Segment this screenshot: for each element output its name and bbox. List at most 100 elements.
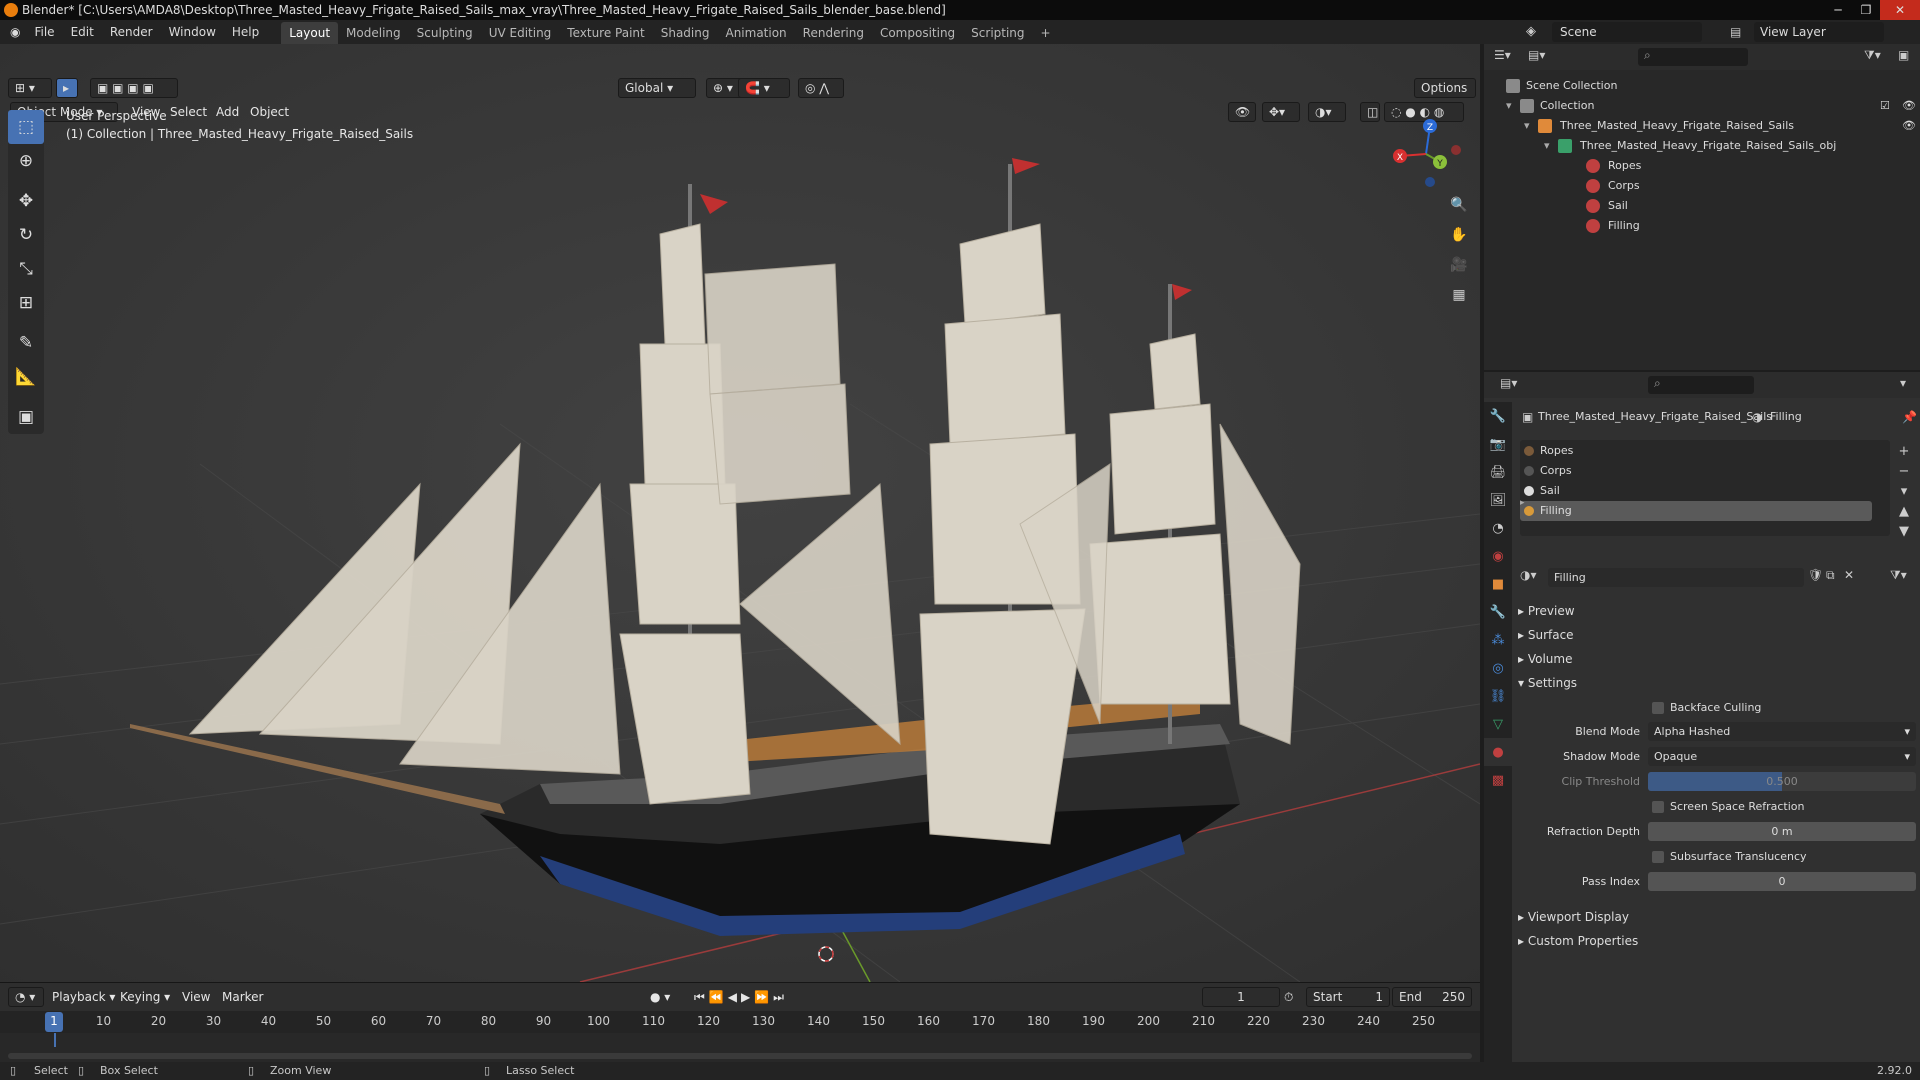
frame-ruler[interactable]: 1 10 20 30 40 50 60 70 80 90 100 110 120 130 140 150 160… xyxy=(0,1011,1480,1033)
output-tab-icon[interactable]: 🖨 xyxy=(1484,458,1512,486)
annotate-tool-icon[interactable]: ✎ xyxy=(8,326,44,360)
view-layer-icon[interactable]: ▤ xyxy=(1730,22,1750,42)
panel-viewport-display[interactable]: ▸ Viewport Display xyxy=(1518,906,1918,928)
minimize-button[interactable]: ─ xyxy=(1824,0,1852,20)
overlay-toggle-icon[interactable]: ◑▾ xyxy=(1308,102,1346,122)
data-tab-icon[interactable]: ▽ xyxy=(1484,710,1512,738)
outliner-editor-type-icon[interactable]: ☰▾ xyxy=(1494,48,1511,62)
new-collection-icon[interactable]: ▣ xyxy=(1898,48,1909,62)
slot-specials-button[interactable]: ▾ xyxy=(1894,482,1914,502)
material-slot-ropes[interactable]: Ropes xyxy=(1520,441,1870,461)
material-tab-icon[interactable]: ● xyxy=(1484,738,1512,766)
xray-toggle-icon[interactable]: ◫ xyxy=(1360,102,1380,122)
panel-settings[interactable]: ▾ Settings xyxy=(1518,672,1918,694)
exclude-checkbox-icon[interactable]: ☑ xyxy=(1880,96,1890,116)
visibility-toggle-icon[interactable]: 👁 xyxy=(1228,102,1256,122)
timeline-menu-keying[interactable]: Keying ▾ xyxy=(120,987,170,1007)
tab-uv-editing[interactable]: UV Editing xyxy=(481,22,560,44)
zoom-icon[interactable]: 🔍 xyxy=(1446,192,1472,218)
expand-arrow-icon[interactable]: ▾ xyxy=(1544,136,1550,156)
outliner-row-mesh[interactable]: ▾ Three_Masted_Heavy_Frigate_Raised_Sail… xyxy=(1484,136,1920,156)
tab-shading[interactable]: Shading xyxy=(653,22,718,44)
tab-layout[interactable]: Layout xyxy=(281,21,339,44)
scale-tool-icon[interactable]: ⤡ xyxy=(8,252,44,286)
expand-arrow-icon[interactable]: ▾ xyxy=(1506,96,1512,116)
measure-tool-icon[interactable]: 📐 xyxy=(8,360,44,394)
object-tab-icon[interactable]: ■ xyxy=(1484,570,1512,598)
constraints-tab-icon[interactable]: ⛓ xyxy=(1484,682,1512,710)
panel-volume[interactable]: ▸ Volume xyxy=(1518,648,1918,670)
menu-window[interactable]: Window xyxy=(161,20,224,44)
pin-icon[interactable]: 📌 xyxy=(1902,410,1917,424)
screen-space-refraction-checkbox[interactable] xyxy=(1652,801,1664,813)
expand-arrow-icon[interactable]: ▾ xyxy=(1524,116,1530,136)
blender-menu-icon[interactable]: ◉ xyxy=(0,20,26,44)
menu-edit[interactable]: Edit xyxy=(63,20,102,44)
material-slot-sail[interactable]: Sail xyxy=(1520,481,1870,501)
playback-controls[interactable]: ⏮⏪◀▶⏩⏭ xyxy=(694,987,788,1007)
outliner-row-scene-collection[interactable]: Scene Collection xyxy=(1484,76,1920,96)
particles-tab-icon[interactable]: ⁂ xyxy=(1484,626,1512,654)
select-box-tool-icon[interactable]: ⬚ xyxy=(8,110,44,144)
duplicate-material-icon[interactable]: ⧉ xyxy=(1826,568,1835,583)
outliner-search-input[interactable]: ⌕ xyxy=(1638,48,1748,66)
physics-tab-icon[interactable]: ◎ xyxy=(1484,654,1512,682)
outliner-row-object[interactable]: ▾ Three_Masted_Heavy_Frigate_Raised_Sail… xyxy=(1484,116,1920,136)
navigation-gizmo[interactable]: Z X Y xyxy=(1386,110,1466,190)
shadow-mode-dropdown[interactable]: Opaque ▾ xyxy=(1648,747,1916,766)
remove-slot-button[interactable]: − xyxy=(1894,462,1914,482)
link-dropdown-icon[interactable]: ⧩▾ xyxy=(1890,568,1907,583)
add-workspace-button[interactable]: + xyxy=(1033,22,1059,44)
current-frame-field[interactable]: 1 xyxy=(1202,987,1280,1007)
add-slot-button[interactable]: + xyxy=(1894,442,1914,462)
record-button[interactable]: ● ▾ xyxy=(650,987,670,1007)
display-mode-icon[interactable]: ▤▾ xyxy=(1528,48,1545,62)
timeline-editor-type-button[interactable]: ◔ ▾ xyxy=(8,987,44,1007)
camera-view-icon[interactable]: 🎥 xyxy=(1446,252,1472,278)
outliner-row-material-filling[interactable]: Filling xyxy=(1484,216,1920,236)
scene-icon[interactable]: ◈ xyxy=(1526,22,1546,42)
world-tab-icon[interactable]: ◉ xyxy=(1484,542,1512,570)
view-layer-tab-icon[interactable]: 🖼 xyxy=(1484,486,1512,514)
3d-viewport[interactable]: ⊞ ▾ ▸ ▣ ▣ ▣ ▣ Global ▾ ⊕ ▾ 🧲 ▾ ◎ ⋀ Optio… xyxy=(0,44,1480,982)
tab-compositing[interactable]: Compositing xyxy=(872,22,963,44)
backface-culling-checkbox[interactable] xyxy=(1652,702,1664,714)
outliner-row-material-corps[interactable]: Corps xyxy=(1484,176,1920,196)
fake-user-icon[interactable]: 🛡 xyxy=(1808,568,1823,582)
viewport-menu-select[interactable]: Select xyxy=(170,102,207,122)
tab-modeling[interactable]: Modeling xyxy=(338,22,409,44)
tool-tab-icon[interactable]: 🔧 xyxy=(1484,402,1512,430)
timeline-scrollbar[interactable] xyxy=(8,1053,1472,1059)
panel-custom-properties[interactable]: ▸ Custom Properties xyxy=(1518,930,1918,952)
pan-hand-icon[interactable]: ✋ xyxy=(1446,222,1472,248)
menu-file[interactable]: File xyxy=(26,20,62,44)
expand-arrow-icon[interactable]: ▸ xyxy=(1520,498,1525,508)
stopwatch-icon[interactable]: ⏱ xyxy=(1284,987,1293,1007)
tab-scripting[interactable]: Scripting xyxy=(963,22,1032,44)
timeline-menu-view[interactable]: View xyxy=(182,987,210,1007)
filter-icon[interactable]: ⧩▾ xyxy=(1864,48,1881,63)
texture-tab-icon[interactable]: ▩ xyxy=(1484,766,1512,794)
menu-help[interactable]: Help xyxy=(224,20,267,44)
view-layer-field[interactable]: View Layer xyxy=(1754,22,1884,42)
tab-animation[interactable]: Animation xyxy=(717,22,794,44)
subsurface-translucency-checkbox[interactable] xyxy=(1652,851,1664,863)
transform-tool-icon[interactable]: ⊞ xyxy=(8,286,44,320)
viewport-menu-add[interactable]: Add xyxy=(216,102,239,122)
material-name-field[interactable]: Filling xyxy=(1548,568,1804,587)
menu-render[interactable]: Render xyxy=(102,20,161,44)
blend-mode-dropdown[interactable]: Alpha Hashed ▾ xyxy=(1648,722,1916,741)
select-mode-button[interactable]: ▸ xyxy=(56,78,78,98)
outliner-row-collection[interactable]: ▾ Collection ☑ 👁 xyxy=(1484,96,1920,116)
end-frame-field[interactable]: End 250 xyxy=(1392,987,1472,1007)
cursor-tool-icon[interactable]: ⊕ xyxy=(8,144,44,178)
editor-type-button[interactable]: ⊞ ▾ xyxy=(8,78,52,98)
timeline-menu-marker[interactable]: Marker xyxy=(222,987,263,1007)
close-button[interactable]: ✕ xyxy=(1880,0,1920,20)
panel-preview[interactable]: ▸ Preview xyxy=(1518,600,1918,622)
modifier-tab-icon[interactable]: 🔧 xyxy=(1484,598,1512,626)
move-slot-up-button[interactable]: ▲ xyxy=(1894,502,1914,522)
material-slot-corps[interactable]: Corps xyxy=(1520,461,1870,481)
selection-mode-buttons[interactable]: ▣ ▣ ▣ ▣ xyxy=(90,78,178,98)
timeline-track-area[interactable] xyxy=(0,1033,1480,1063)
